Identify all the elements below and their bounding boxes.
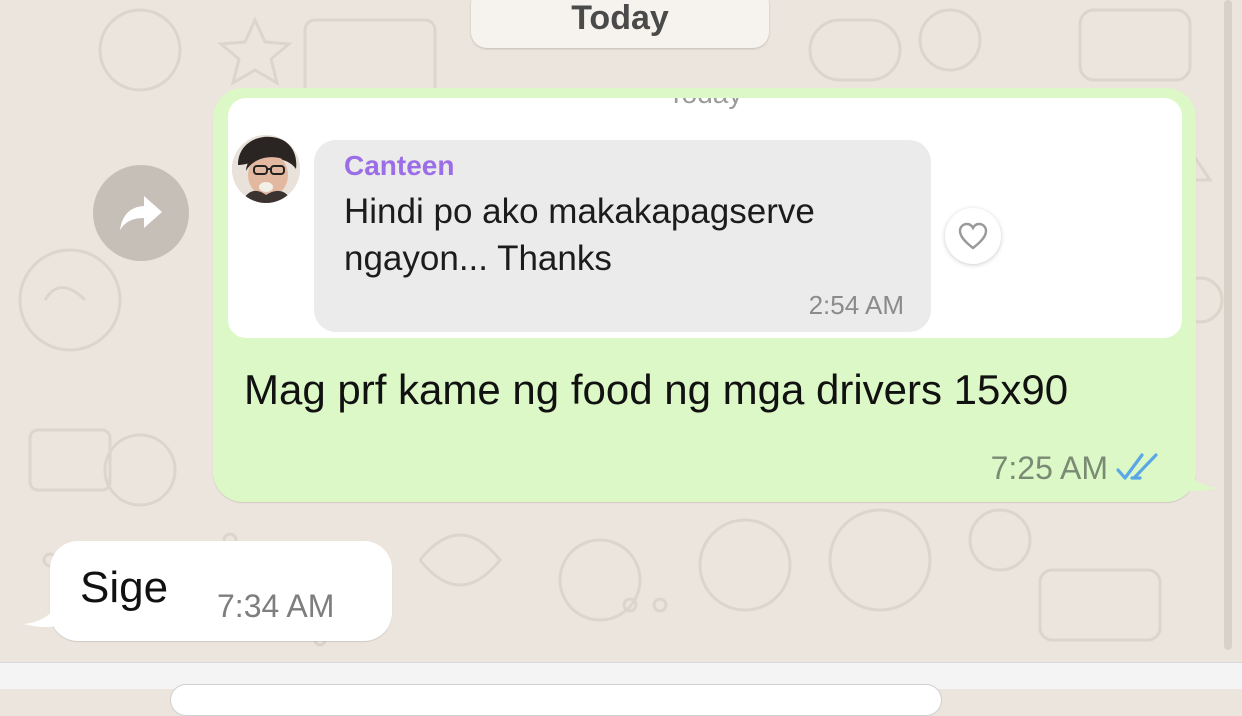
incoming-message-time: 7:34 AM	[217, 588, 335, 624]
avatar[interactable]	[232, 135, 300, 203]
incoming-message-text: Sige	[80, 563, 169, 612]
quoted-sender-name: Canteen	[344, 150, 455, 181]
like-button[interactable]	[945, 208, 1001, 264]
incoming-bubble-tail	[24, 594, 62, 627]
forward-arrow-icon	[120, 196, 162, 230]
message-input[interactable]	[170, 684, 942, 716]
date-divider-label: Today	[571, 0, 669, 37]
quoted-message-text: Hindi po ako makakapagserve ngayon... Th…	[344, 192, 815, 278]
heart-icon	[958, 222, 988, 250]
outgoing-message-meta: 7:25 AM	[900, 448, 1162, 488]
outgoing-bubble-tail	[1180, 458, 1218, 491]
quoted-message-time: 2:54 AM	[808, 290, 904, 320]
outgoing-message-text: Mag prf kame ng food ng mga drivers 15x9…	[244, 366, 1069, 413]
forward-button[interactable]	[93, 165, 189, 261]
story-ghost-label: Today	[228, 98, 1182, 110]
double-check-icon	[1116, 453, 1158, 480]
date-divider: Today	[471, 0, 769, 48]
scrollbar[interactable]	[1224, 0, 1232, 650]
outgoing-message-time: 7:25 AM	[990, 449, 1108, 486]
avatar-photo	[232, 135, 300, 203]
